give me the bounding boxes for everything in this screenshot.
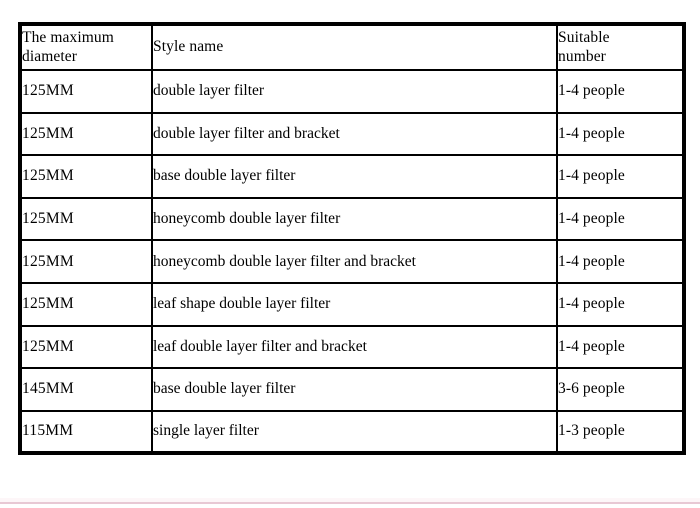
table-row: 125MM honeycomb double layer filter 1-4 … [19,196,685,242]
table-body: 125MM double layer filter 1-4 people 125… [19,69,685,455]
cell-style-name: base double layer filter [151,154,558,199]
table-row: 125MM leaf double layer filter and brack… [19,324,685,370]
cell-diameter: 125MM [19,281,153,327]
cell-style-name: honeycomb double layer filter [151,196,558,242]
table-row: 125MM double layer filter 1-4 people [19,69,685,114]
cell-suitable-number: 3-6 people [556,367,685,412]
column-header-diameter: The maximum diameter [19,23,153,71]
cell-suitable-number: 1-4 people [556,196,685,242]
cell-diameter: 115MM [19,409,153,455]
cell-style-name: base double layer filter [151,367,558,412]
cell-style-name: single layer filter [151,409,558,455]
cell-suitable-number: 1-4 people [556,69,685,114]
cell-diameter: 125MM [19,239,153,284]
column-header-suitable-number-line1: Suitable [558,29,610,47]
table-row: 125MM base double layer filter 1-4 peopl… [19,154,685,199]
cell-diameter: 145MM [19,367,153,412]
cell-style-name: double layer filter and bracket [151,111,558,157]
table-row: 125MM honeycomb double layer filter and … [19,239,685,284]
cell-diameter: 125MM [19,154,153,199]
table-header-row: The maximum diameter Style name Suitable… [19,23,685,71]
cell-suitable-number: 1-4 people [556,111,685,157]
table-header: The maximum diameter Style name Suitable… [19,23,685,71]
cell-diameter: 125MM [19,324,153,370]
column-header-suitable-number: Suitable number [556,23,685,71]
cell-style-name: double layer filter [151,69,558,114]
cell-style-name: leaf double layer filter and bracket [151,324,558,370]
table-row: 145MM base double layer filter 3-6 peopl… [19,367,685,412]
column-header-diameter-line2: diameter [22,47,78,65]
specification-table: The maximum diameter Style name Suitable… [18,22,686,456]
column-header-suitable-number-line2: number [558,47,606,65]
table-row: 125MM leaf shape double layer filter 1-4… [19,281,685,327]
cell-style-name: honeycomb double layer filter and bracke… [151,239,558,284]
table-row: 125MM double layer filter and bracket 1-… [19,111,685,157]
page-root: The maximum diameter Style name Suitable… [0,0,700,508]
column-header-style-name-line1: Style name [153,38,224,56]
cell-diameter: 125MM [19,196,153,242]
bottom-divider-rule [0,502,700,504]
cell-style-name: leaf shape double layer filter [151,281,558,327]
cell-suitable-number: 1-4 people [556,281,685,327]
cell-suitable-number: 1-4 people [556,154,685,199]
table-row: 115MM single layer filter 1-3 people [19,409,685,455]
column-header-diameter-line1: The maximum [22,29,114,47]
cell-suitable-number: 1-4 people [556,239,685,284]
cell-suitable-number: 1-4 people [556,324,685,370]
column-header-style-name: Style name [151,23,558,71]
specification-table-container: The maximum diameter Style name Suitable… [18,22,686,456]
cell-diameter: 125MM [19,111,153,157]
cell-diameter: 125MM [19,69,153,114]
cell-suitable-number: 1-3 people [556,409,685,455]
